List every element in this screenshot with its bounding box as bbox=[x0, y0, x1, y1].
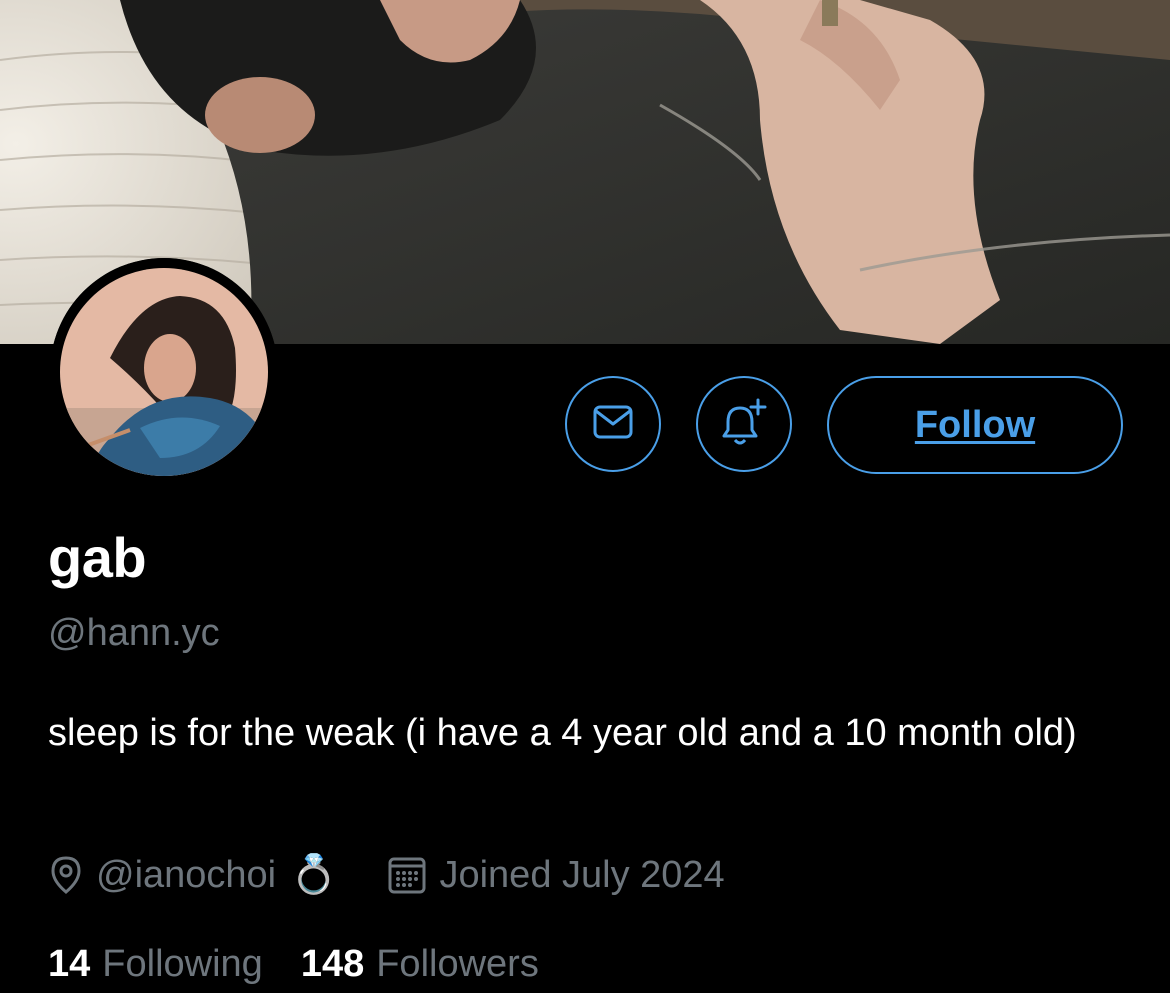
follow-button-label: Follow bbox=[914, 403, 1036, 446]
calendar-icon bbox=[387, 855, 427, 895]
followers-count: 148 bbox=[300, 943, 365, 985]
location-pin-icon bbox=[48, 855, 84, 895]
followers-link[interactable]: 148 Followers bbox=[301, 943, 539, 986]
followers-label: Followers bbox=[376, 943, 539, 985]
profile-bio: sleep is for the weak (i have a 4 year o… bbox=[48, 712, 1077, 754]
profile-meta: @ianochoi 💍 Joined July 2024 bbox=[48, 845, 725, 905]
follow-button[interactable]: Follow bbox=[827, 376, 1123, 474]
display-name: gab bbox=[48, 526, 147, 589]
bell-plus-icon bbox=[718, 396, 770, 453]
following-label: Following bbox=[102, 943, 263, 985]
profile-stats: 14 Following 148 Followers bbox=[48, 943, 539, 986]
profile-handle: @hann.yc bbox=[48, 612, 220, 654]
avatar[interactable] bbox=[50, 258, 278, 486]
ring-emoji: 💍 bbox=[290, 854, 338, 896]
profile-page: Follow gab @hann.yc sleep is for the wea… bbox=[0, 0, 1170, 993]
notifications-button[interactable] bbox=[696, 376, 792, 472]
following-count: 14 bbox=[48, 943, 91, 985]
message-button[interactable] bbox=[565, 376, 661, 472]
following-link[interactable]: 14 Following bbox=[48, 943, 263, 986]
join-date: Joined July 2024 bbox=[439, 853, 725, 896]
profile-location[interactable]: @ianochoi bbox=[96, 854, 276, 897]
envelope-icon bbox=[593, 405, 633, 444]
